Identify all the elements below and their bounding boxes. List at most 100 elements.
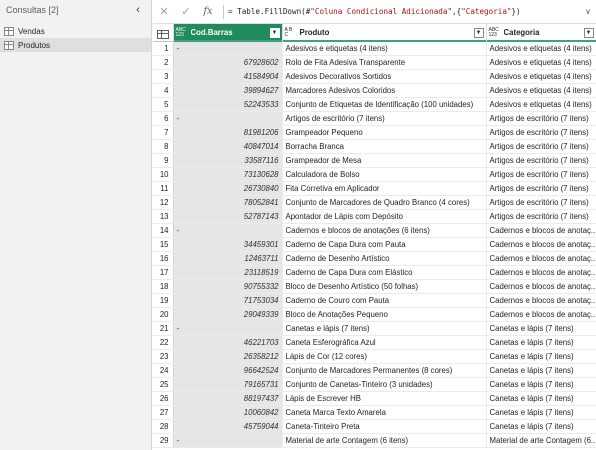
cell-produto[interactable]: Marcadores Adesivos Coloridos [282,83,487,98]
cell-cod-barras[interactable]: 96642524 [173,363,283,378]
row-number[interactable]: 25 [153,377,174,392]
cell-categoria[interactable]: Material de arte Contagem (6... [486,433,596,448]
table-row[interactable]: 26 88197437 Lápis de Escrever HB Canetas e … [153,391,596,406]
table-row[interactable]: 11 26730840 Fita Corretiva em Aplicador Art… [153,181,596,196]
cell-categoria[interactable]: Artigos de escritório (7 itens) [486,195,596,210]
cell-categoria[interactable]: Artigos de escritório (7 itens) [486,209,596,224]
cell-produto[interactable]: Lápis de Escrever HB [282,391,487,406]
cell-cod-barras[interactable]: 88197437 [173,391,283,406]
chevron-down-icon[interactable]: ▼ [583,27,594,38]
cell-categoria[interactable]: Cadernos e blocos de anotaç... [486,279,596,294]
cell-cod-barras[interactable]: 78052841 [173,195,283,210]
cell-categoria[interactable]: Cadernos e blocos de anotaç... [486,237,596,252]
cell-categoria[interactable]: Artigos de escritório (7 itens) [486,181,596,196]
cell-produto[interactable]: Conjunto de Canetas-Tinteiro (3 unidades… [282,377,487,392]
cell-cod-barras[interactable]: - [173,433,283,448]
cell-categoria[interactable]: Cadernos e blocos de anotaç... [486,307,596,322]
table-row[interactable]: 3 41584904 Adesivos Decorativos Sortidos Ad… [153,69,596,84]
cell-cod-barras[interactable]: 12463711 [173,251,283,266]
table-row[interactable]: 18 90755332 Bloco de Desenho Artístico (50… [153,279,596,294]
table-row[interactable]: 9 33587116 Grampeador de Mesa Artigos de es… [153,153,596,168]
cell-cod-barras[interactable]: 52787143 [173,209,283,224]
cell-categoria[interactable]: Canetas e lápis (7 itens) [486,349,596,364]
cell-produto[interactable]: Calculadora de Bolso [282,167,487,182]
cell-categoria[interactable]: Canetas e lápis (7 itens) [486,377,596,392]
row-number[interactable]: 15 [153,237,174,252]
cell-categoria[interactable]: Canetas e lápis (7 itens) [486,391,596,406]
chevron-down-icon[interactable]: ▼ [269,27,280,38]
cell-cod-barras[interactable]: 52243533 [173,97,283,112]
cell-categoria[interactable]: Adesivos e etiquetas (4 itens) [486,69,596,84]
cell-cod-barras[interactable]: - [173,41,283,56]
row-number[interactable]: 12 [153,195,174,210]
cell-categoria[interactable]: Artigos de escritório (7 itens) [486,139,596,154]
cell-cod-barras[interactable]: 67928602 [173,55,283,70]
table-row[interactable]: 24 96642524 Conjunto de Marcadores Permane… [153,363,596,378]
checkmark-icon[interactable]: ✓ [175,1,197,23]
cell-cod-barras[interactable]: 39894627 [173,83,283,98]
cell-cod-barras[interactable]: - [173,321,283,336]
row-number[interactable]: 17 [153,265,174,280]
cell-produto[interactable]: Rolo de Fita Adesiva Transparente [282,55,487,70]
cell-cod-barras[interactable]: 40847014 [173,139,283,154]
row-number[interactable]: 9 [153,153,174,168]
cell-produto[interactable]: Bloco de Anotações Pequeno [282,307,487,322]
row-number[interactable]: 10 [153,167,174,182]
row-number[interactable]: 22 [153,335,174,350]
cell-produto[interactable]: Conjunto de Marcadores de Quadro Branco … [282,195,487,210]
table-row[interactable]: 1- Adesivos e etiquetas (4 itens) Adesivos… [153,41,596,56]
row-number[interactable]: 6 [153,111,174,126]
table-row[interactable]: 7 81981206 Grampeador Pequeno Artigos de es… [153,125,596,140]
column-header-categoria[interactable]: ABC 123 Categoria ▼ [486,24,596,42]
cell-produto[interactable]: Grampeador de Mesa [282,153,487,168]
cell-produto[interactable]: Canetas e lápis (7 itens) [282,321,487,336]
cell-cod-barras[interactable]: 41584904 [173,69,283,84]
cell-produto[interactable]: Caneta-Tinteiro Preta [282,419,487,434]
cell-categoria[interactable]: Artigos de escritório (7 itens) [486,111,596,126]
cell-produto[interactable]: Caderno de Capa Dura com Pauta [282,237,487,252]
cell-cod-barras[interactable]: 71753034 [173,293,283,308]
cell-categoria[interactable]: Artigos de escritório (7 itens) [486,153,596,168]
table-row[interactable]: 16 12463711 Caderno de Desenho Artístico Ca… [153,251,596,266]
cell-produto[interactable]: Fita Corretiva em Aplicador [282,181,487,196]
cell-categoria[interactable]: Artigos de escritório (7 itens) [486,167,596,182]
cell-cod-barras[interactable]: 46221703 [173,335,283,350]
cell-cod-barras[interactable]: 45759044 [173,419,283,434]
row-number[interactable]: 5 [153,97,174,112]
cell-produto[interactable]: Borracha Branca [282,139,487,154]
cell-categoria[interactable]: Cadernos e blocos de anotaç... [486,293,596,308]
cell-categoria[interactable]: Adesivos e etiquetas (4 itens) [486,55,596,70]
cell-produto[interactable]: Caderno de Capa Dura com Elástico [282,265,487,280]
chevron-down-icon[interactable]: ∨ [580,1,596,23]
cell-cod-barras[interactable]: 10060842 [173,405,283,420]
table-row[interactable]: 8 40847014 Borracha Branca Artigos de escri… [153,139,596,154]
row-number[interactable]: 20 [153,307,174,322]
table-row[interactable]: 19 71753034 Caderno de Couro com Pauta Cade… [153,293,596,308]
query-item-produtos[interactable]: Produtos [0,38,151,52]
row-number[interactable]: 4 [153,83,174,98]
cell-cod-barras[interactable]: 79165731 [173,377,283,392]
row-number[interactable]: 3 [153,69,174,84]
row-number[interactable]: 21 [153,321,174,336]
row-number[interactable]: 29 [153,433,174,448]
cell-produto[interactable]: Adesivos Decorativos Sortidos [282,69,487,84]
row-number[interactable]: 2 [153,55,174,70]
cell-produto[interactable]: Cadernos e blocos de anotações (6 itens) [282,223,487,238]
table-row[interactable]: 5 52243533 Conjunto de Etiquetas de Identi… [153,97,596,112]
row-number[interactable]: 23 [153,349,174,364]
table-row[interactable]: 6- Artigos de escritório (7 itens) Artigos… [153,111,596,126]
cell-categoria[interactable]: Adesivos e etiquetas (4 itens) [486,97,596,112]
row-number[interactable]: 24 [153,363,174,378]
table-row[interactable]: 15 34459301 Caderno de Capa Dura com Pauta… [153,237,596,252]
row-number[interactable]: 8 [153,139,174,154]
cell-produto[interactable]: Lápis de Cor (12 cores) [282,349,487,364]
table-row[interactable]: 27 10060842 Caneta Marca Texto Amarela Cane… [153,405,596,420]
row-number[interactable]: 18 [153,279,174,294]
table-menu-button[interactable] [153,24,174,42]
cell-categoria[interactable]: Canetas e lápis (7 itens) [486,321,596,336]
row-number[interactable]: 19 [153,293,174,308]
close-icon[interactable]: ✕ [153,1,175,23]
cell-produto[interactable]: Caneta Esferográfica Azul [282,335,487,350]
cell-produto[interactable]: Material de arte Contagem (6 itens) [282,433,487,448]
cell-produto[interactable]: Caderno de Couro com Pauta [282,293,487,308]
